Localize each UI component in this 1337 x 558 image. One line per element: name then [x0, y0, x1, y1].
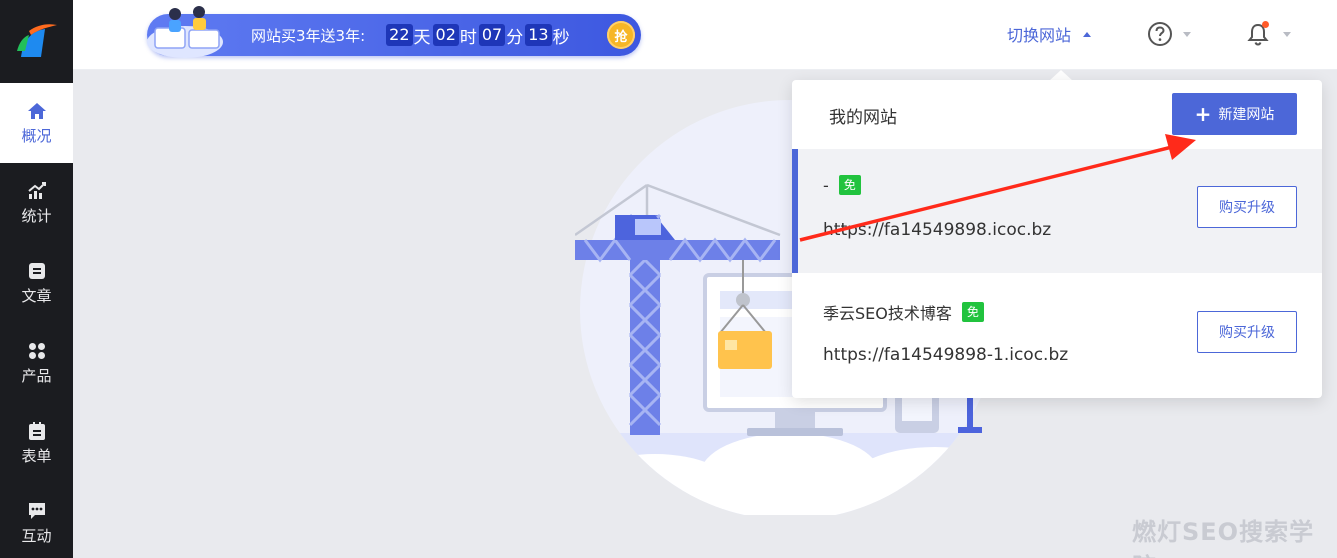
new-site-button[interactable]: + 新建网站: [1172, 93, 1297, 135]
sidebar-item-stats[interactable]: 统计: [0, 163, 73, 243]
help-icon: [1148, 22, 1172, 46]
sidebar-item-products[interactable]: 产品: [0, 323, 73, 403]
site-name: 季云SEO技术博客: [823, 304, 952, 323]
my-sites-panel: 我的网站 + 新建网站 - 免 https://fa14549898.icoc.…: [792, 80, 1322, 398]
grab-button[interactable]: 抢: [607, 21, 635, 49]
site-name-line: - 免: [823, 175, 861, 195]
clipboard-icon: [27, 421, 47, 441]
sidebar-item-label: 概况: [21, 127, 52, 145]
upgrade-button[interactable]: 购买升级: [1197, 186, 1297, 228]
sidebar-item-label: 文章: [21, 287, 52, 305]
countdown-minutes: 07: [478, 24, 506, 46]
plus-icon: +: [1194, 102, 1212, 126]
promo-people-illustration: [147, 6, 223, 58]
document-icon: [27, 261, 47, 281]
site-name-line: 季云SEO技术博客 免: [823, 300, 984, 324]
sidebar-item-label: 表单: [21, 447, 52, 465]
sidebar-item-label: 产品: [21, 367, 52, 385]
bell-icon: [1247, 21, 1269, 46]
countdown-hours-unit: 时: [459, 27, 477, 48]
sidebar-item-interaction[interactable]: 互动: [0, 483, 73, 558]
panel-title: 我的网站: [829, 108, 897, 128]
countdown-hours: 02: [432, 24, 459, 46]
countdown-seconds-unit: 秒: [552, 27, 570, 48]
chat-icon: [27, 501, 47, 521]
site-row[interactable]: 季云SEO技术博客 免 https://fa14549898-1.icoc.bz…: [792, 274, 1322, 398]
new-site-label: 新建网站: [1218, 107, 1275, 123]
countdown-days-unit: 天: [413, 27, 431, 48]
home-icon: [27, 101, 47, 121]
brand-logo-icon: [16, 24, 57, 57]
grid-icon: [27, 341, 47, 361]
promo-text: 网站买3年送3年:: [251, 26, 366, 45]
countdown-minutes-unit: 分: [506, 27, 524, 48]
site-name: -: [823, 175, 829, 195]
free-badge: 免: [961, 302, 984, 322]
sidebar-item-forms[interactable]: 表单: [0, 403, 73, 483]
caret-up-icon: [1083, 31, 1092, 37]
chevron-down-icon: [1183, 31, 1191, 37]
help-menu[interactable]: [1147, 21, 1191, 47]
site-url: https://fa14549898-1.icoc.bz: [823, 345, 1069, 365]
promo-banner[interactable]: 网站买3年送3年: 22 天 02 时 07 分 13 秒 抢: [147, 6, 641, 58]
countdown-days: 22: [386, 24, 413, 46]
chart-trend-icon: [27, 181, 47, 201]
sidebar-item-label: 互动: [21, 527, 52, 545]
site-row[interactable]: - 免 https://fa14549898.icoc.bz 购买升级: [792, 149, 1322, 273]
upgrade-button[interactable]: 购买升级: [1197, 311, 1297, 353]
sidebar-item-overview[interactable]: 概况: [0, 83, 73, 163]
sidebar: 概况 统计 文章 产品 表单 互动: [0, 0, 73, 558]
sidebar-item-label: 统计: [21, 207, 52, 225]
top-header: 网站买3年送3年: 22 天 02 时 07 分 13 秒 抢 切换网站: [73, 0, 1337, 70]
promo-countdown: 网站买3年送3年: 22 天 02 时 07 分 13 秒: [251, 14, 571, 56]
chevron-down-icon: [1283, 31, 1291, 37]
logo[interactable]: [0, 0, 73, 82]
free-badge: 免: [838, 175, 861, 195]
switch-site-dropdown[interactable]: 切换网站: [1007, 22, 1092, 46]
site-url: https://fa14549898.icoc.bz: [823, 220, 1052, 240]
sidebar-item-articles[interactable]: 文章: [0, 243, 73, 323]
notifications-menu[interactable]: [1245, 20, 1291, 48]
switch-site-label: 切换网站: [1007, 26, 1072, 45]
countdown-seconds: 13: [525, 24, 552, 46]
watermark: 燃灯SEO搜索学院: [1132, 518, 1315, 558]
